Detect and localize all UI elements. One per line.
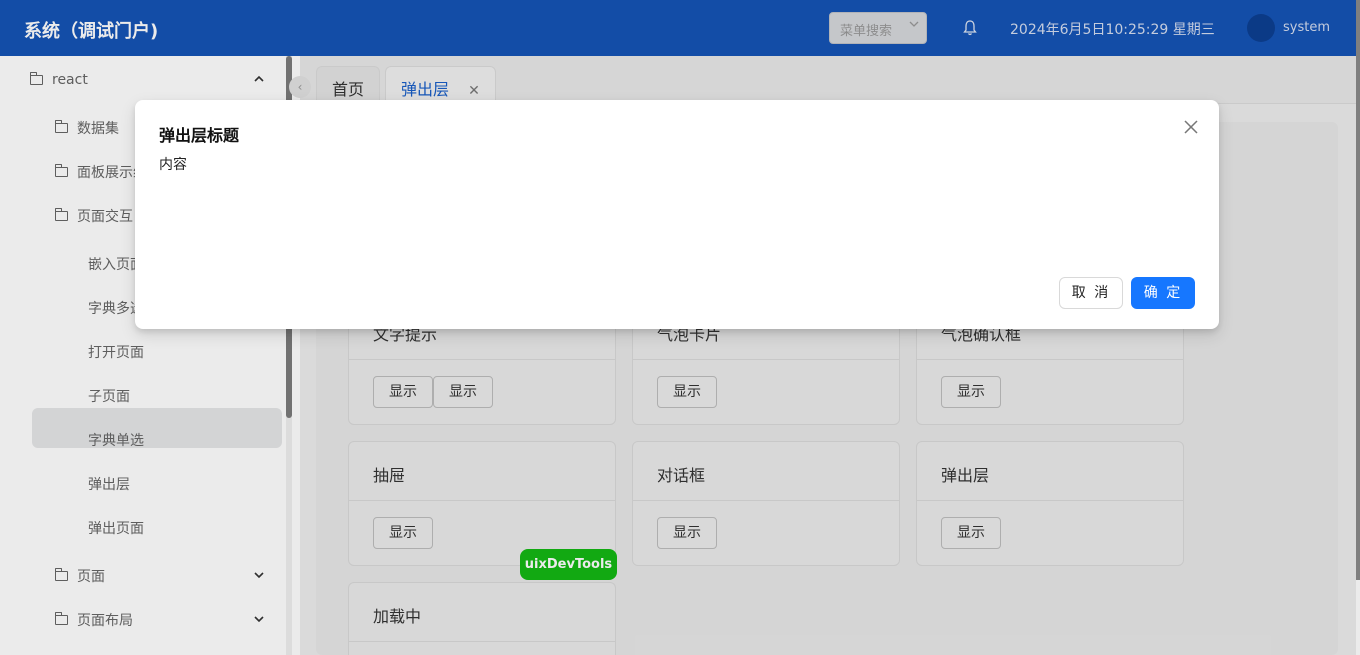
bell-icon[interactable] [962, 19, 978, 37]
page-scrollbar[interactable] [1356, 0, 1360, 580]
card-title: 对话框 [657, 466, 706, 485]
sidebar-item-label: 子页面 [88, 389, 130, 405]
chevron-down-icon[interactable] [253, 569, 265, 584]
sidebar-item-popup-layer[interactable]: 弹出层 [88, 465, 130, 503]
sidebar-active-highlight [32, 408, 282, 448]
show-button[interactable]: 显示 [941, 376, 1001, 408]
sidebar-item-label: 字典单选 [88, 433, 144, 449]
username[interactable]: system [1283, 20, 1330, 35]
sidebar-item-open-page[interactable]: 打开页面 [88, 333, 144, 371]
sidebar-item-page-interaction[interactable]: 页面交互 [54, 197, 133, 235]
card-title: 抽屉 [373, 466, 406, 485]
card-loading: 加载中 [348, 582, 616, 655]
sidebar-item-label: 弹出页面 [88, 521, 144, 537]
modal-title: 弹出层标题 [159, 126, 240, 145]
close-icon[interactable] [1181, 118, 1201, 138]
card-drawer: 抽屉 显示 [348, 441, 616, 566]
sidebar-item-subpage[interactable]: 子页面 [88, 377, 130, 415]
close-icon[interactable]: ✕ [468, 83, 480, 99]
app-title: 系统（调试门户) [24, 21, 159, 42]
sidebar-item-label: 弹出层 [88, 477, 130, 493]
card-title: 加载中 [373, 607, 422, 626]
card-divider [349, 359, 615, 360]
modal-body: 内容 [159, 157, 187, 173]
chevron-left-icon[interactable]: ‹ [289, 76, 311, 98]
sidebar-item-panel-display[interactable]: 面板展示组 [54, 153, 147, 191]
tab-home[interactable]: 首页 [316, 66, 381, 104]
folder-icon [54, 120, 68, 133]
folder-icon [54, 568, 68, 581]
devtools-button[interactable]: uixDevTools [520, 549, 617, 580]
tab-label: 弹出层 [401, 80, 450, 99]
menu-search-select[interactable]: 菜单搜索 [829, 12, 927, 44]
sidebar-item-popup-page[interactable]: 弹出页面 [88, 509, 144, 547]
chevron-down-icon [908, 18, 920, 33]
chevron-down-icon[interactable] [253, 613, 265, 628]
sidebar-item-label: react [52, 72, 88, 88]
sidebar-item-dict-single[interactable]: 字典单选 [88, 421, 144, 459]
sidebar-item-label: 打开页面 [88, 345, 144, 361]
card-divider [917, 500, 1183, 501]
sidebar-item-react[interactable]: react [29, 61, 88, 99]
card-divider [349, 500, 615, 501]
avatar[interactable] [1247, 14, 1275, 42]
sidebar-item-label: 数据集 [77, 121, 119, 137]
menu-search-placeholder: 菜单搜索 [840, 24, 893, 39]
sidebar-item-label: 页面 [77, 569, 105, 585]
card-popup-layer: 弹出层 显示 [916, 441, 1184, 566]
chevron-up-icon[interactable] [253, 73, 265, 88]
confirm-button[interactable]: 确 定 [1131, 277, 1195, 309]
cancel-button[interactable]: 取 消 [1059, 277, 1123, 309]
folder-icon [29, 72, 43, 85]
card-divider [349, 641, 615, 642]
folder-icon [54, 612, 68, 625]
folder-icon [54, 208, 68, 221]
show-button[interactable]: 显示 [433, 376, 493, 408]
sidebar-item-label: 页面布局 [77, 613, 133, 629]
show-button[interactable]: 显示 [373, 376, 433, 408]
show-button[interactable]: 显示 [373, 517, 433, 549]
sidebar-item-label: 页面交互 [77, 209, 133, 225]
card-title: 弹出层 [941, 466, 990, 485]
sidebar-item-dataset[interactable]: 数据集 [54, 109, 119, 147]
card-divider [917, 359, 1183, 360]
sidebar-item-page-layout[interactable]: 页面布局 [54, 601, 133, 639]
card-dialog: 对话框 显示 [632, 441, 900, 566]
folder-icon [54, 164, 68, 177]
top-header: 系统（调试门户) 菜单搜索 2024年6月5日10:25:29 星期三 syst… [0, 0, 1356, 56]
show-button[interactable]: 显示 [657, 517, 717, 549]
show-button[interactable]: 显示 [657, 376, 717, 408]
datetime-display: 2024年6月5日10:25:29 星期三 [1010, 22, 1215, 38]
card-divider [633, 359, 899, 360]
tab-popup-layer[interactable]: 弹出层 ✕ [385, 66, 496, 104]
sidebar-item-page[interactable]: 页面 [54, 557, 105, 595]
show-button[interactable]: 显示 [941, 517, 1001, 549]
modal-dialog: 弹出层标题 内容 取 消 确 定 [135, 100, 1219, 329]
tab-label: 首页 [332, 80, 365, 99]
card-divider [633, 500, 899, 501]
